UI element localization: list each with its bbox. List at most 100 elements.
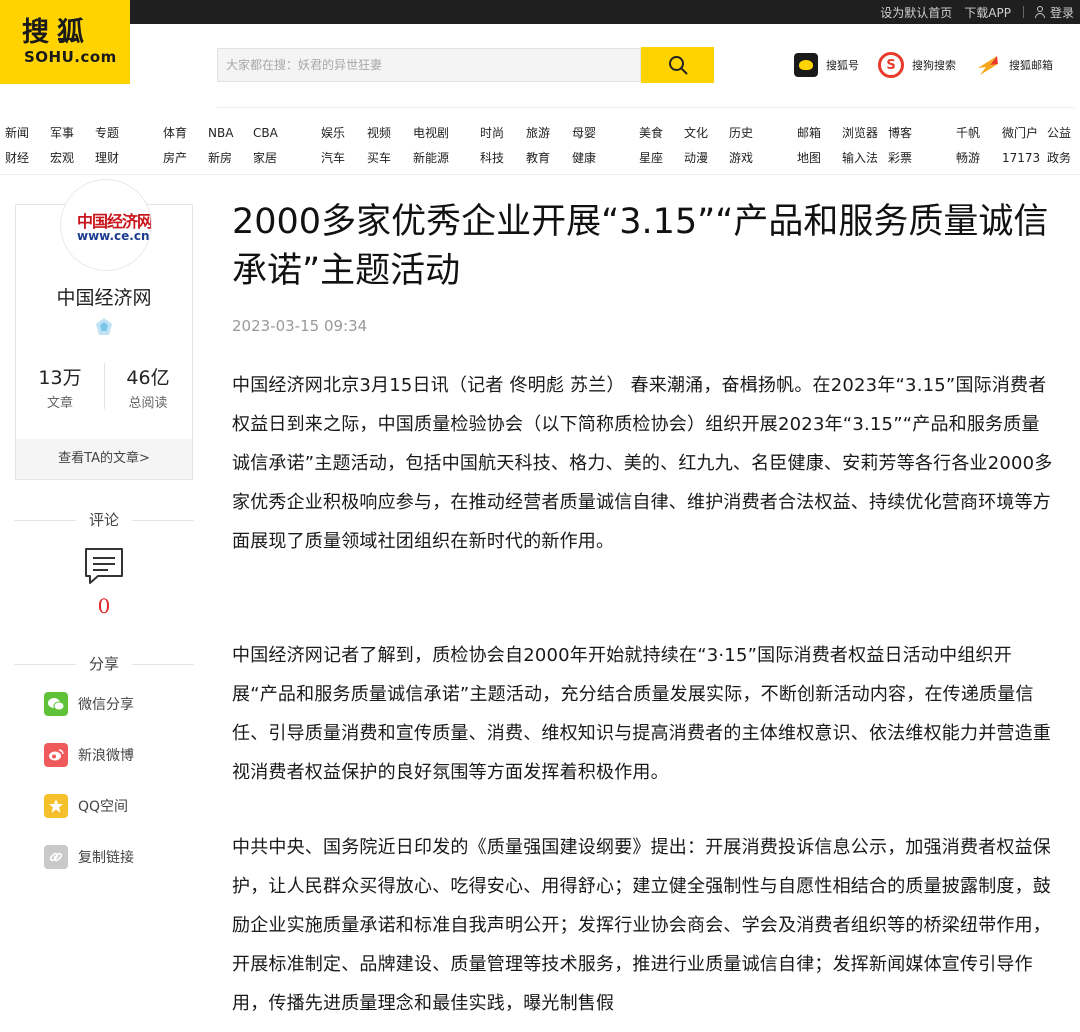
nav-link[interactable]: 科技 [480, 149, 526, 166]
set-home-link[interactable]: 设为默认首页 [880, 4, 952, 21]
nav-link[interactable]: 家居 [253, 149, 277, 166]
app-sohu-mail[interactable]: 搜狐邮箱 [975, 52, 1053, 78]
login-link[interactable]: 登录 [1050, 4, 1074, 21]
nav-link[interactable]: 地图 [797, 149, 842, 166]
nav-link[interactable]: 旅游 [526, 124, 572, 141]
logo-underline [58, 38, 76, 40]
nav-link[interactable]: 汽车 [321, 149, 367, 166]
nav-link[interactable]: 宏观 [50, 149, 95, 166]
download-app-link[interactable]: 下载APP [964, 4, 1011, 21]
nav-link[interactable]: 文化 [684, 124, 729, 141]
app-label: 搜狗搜索 [912, 59, 956, 72]
divider [104, 363, 105, 409]
copy-link-button[interactable]: 复制链接 [44, 845, 134, 869]
articles-stat: 13万 文章 [16, 363, 104, 411]
nav-link[interactable]: 财经 [5, 149, 50, 166]
app-sohuhao[interactable]: 搜狐号 [794, 52, 859, 78]
nav-link[interactable]: 历史 [729, 124, 753, 141]
nav-link[interactable]: 邮箱 [797, 124, 842, 141]
share-label: 复制链接 [78, 850, 134, 866]
search-icon [668, 56, 687, 75]
nav-link[interactable]: 畅游 [956, 149, 1002, 166]
nav-group: 邮箱 浏览器 博客 地图 输入法 彩票 [797, 120, 912, 170]
nav-link[interactable]: 输入法 [842, 149, 888, 166]
nav-link[interactable]: 公益 [1047, 124, 1071, 141]
nav-link[interactable]: 电视剧 [413, 124, 449, 141]
reads-label: 总阅读 [128, 396, 168, 411]
share-wechat-button[interactable]: 微信分享 [44, 692, 134, 716]
share-section-title: 分享 [14, 653, 194, 674]
nav-link[interactable]: 新房 [208, 149, 253, 166]
search-button[interactable] [641, 47, 714, 83]
nav-link[interactable]: 星座 [639, 149, 684, 166]
link-icon [44, 845, 68, 869]
nav-link[interactable]: 彩票 [888, 149, 912, 166]
channel-nav: 新闻 军事 专题 财经 宏观 理财 体育 NBA CBA 房产 新房 家居 娱乐 视频 电视剧 汽车… [0, 120, 1080, 170]
nav-link[interactable]: 千帆 [956, 124, 1002, 141]
top-bar: 设为默认首页 下载APP 登录 [0, 0, 1080, 24]
nav-group: 时尚 旅游 母婴 科技 教育 健康 [480, 120, 596, 170]
nav-link[interactable]: 房产 [163, 149, 208, 166]
nav-link[interactable]: 买车 [367, 149, 413, 166]
avatar-logo-url: www.ce.cn [77, 229, 150, 243]
app-links: 搜狐号 S 搜狗搜索 搜狐邮箱 [794, 52, 1072, 78]
sohuhao-icon [794, 53, 818, 77]
nav-link[interactable]: 新能源 [413, 149, 449, 166]
nav-link[interactable]: 政务 [1047, 149, 1071, 166]
nav-group: 美食 文化 历史 星座 动漫 游戏 [639, 120, 753, 170]
nav-link[interactable]: 体育 [163, 124, 208, 141]
nav-link[interactable]: 军事 [50, 124, 95, 141]
app-label: 搜狐邮箱 [1009, 59, 1053, 72]
nav-link[interactable]: 17173 [1002, 151, 1047, 165]
nav-link[interactable]: 微门户 [1002, 124, 1047, 141]
nav-link[interactable]: 理财 [95, 149, 119, 166]
weibo-icon [44, 743, 68, 767]
author-name[interactable]: 中国经济网 [16, 283, 192, 310]
author-card: 中国经济网 www.ce.cn 中国经济网 13万 文章 46亿 总阅读 查看T… [15, 179, 193, 480]
nav-link[interactable]: 浏览器 [842, 124, 888, 141]
sohu-logo[interactable]: 搜狐 SOHU.com [0, 0, 130, 84]
nav-link[interactable]: 教育 [526, 149, 572, 166]
user-icon[interactable] [1034, 6, 1046, 18]
share-label: QQ空间 [78, 799, 129, 815]
nav-link[interactable]: 新闻 [5, 124, 50, 141]
nav-link[interactable]: NBA [208, 126, 253, 140]
article-paragraph: 中共中央、国务院近日印发的《质量强国建设纲要》提出：开展消费投诉信息公示，加强消… [232, 837, 1051, 1014]
search-input[interactable] [218, 49, 640, 81]
share-qzone-button[interactable]: QQ空间 [44, 794, 128, 818]
nav-link[interactable]: CBA [253, 126, 278, 140]
nav-link[interactable]: 母婴 [572, 124, 596, 141]
reads-count: 46亿 [126, 367, 170, 389]
comment-count[interactable]: 0 [0, 594, 208, 618]
nav-link[interactable]: 游戏 [729, 149, 753, 166]
share-weibo-button[interactable]: 新浪微博 [44, 743, 134, 767]
comments-section-title: 评论 [14, 509, 194, 530]
top-links: 设为默认首页 下载APP 登录 [868, 0, 1074, 24]
nav-group: 千帆 微门户 公益 畅游 17173 政务 [956, 120, 1071, 170]
wechat-icon [44, 692, 68, 716]
avatar[interactable]: 中国经济网 www.ce.cn [60, 179, 152, 271]
share-label: 微信分享 [78, 697, 134, 713]
nav-link[interactable]: 娱乐 [321, 124, 367, 141]
nav-link[interactable]: 动漫 [684, 149, 729, 166]
divider [1022, 6, 1024, 18]
article-paragraph: 中国经济网记者了解到，质检协会自2000年开始就持续在“3·15”国际消费者权益… [232, 645, 1051, 783]
nav-link[interactable]: 美食 [639, 124, 684, 141]
nav-link[interactable]: 专题 [95, 124, 119, 141]
logo-cn-text: 搜狐 [22, 17, 92, 48]
nav-group: 体育 NBA CBA 房产 新房 家居 [163, 120, 278, 170]
comment-icon[interactable] [84, 546, 124, 586]
nav-link[interactable]: 健康 [572, 149, 596, 166]
articles-label: 文章 [46, 396, 73, 411]
view-author-articles-button[interactable]: 查看TA的文章> [16, 439, 192, 479]
nav-link[interactable]: 博客 [888, 124, 912, 141]
nav-link[interactable]: 视频 [367, 124, 413, 141]
app-label: 搜狐号 [826, 59, 859, 72]
share-label: 新浪微博 [78, 748, 134, 764]
app-sogou-search[interactable]: S 搜狗搜索 [878, 52, 956, 78]
qzone-icon [44, 794, 68, 818]
divider [217, 107, 1075, 108]
logo-en-text: SOHU.com [24, 48, 117, 66]
mail-icon [975, 52, 1001, 78]
nav-link[interactable]: 时尚 [480, 124, 526, 141]
